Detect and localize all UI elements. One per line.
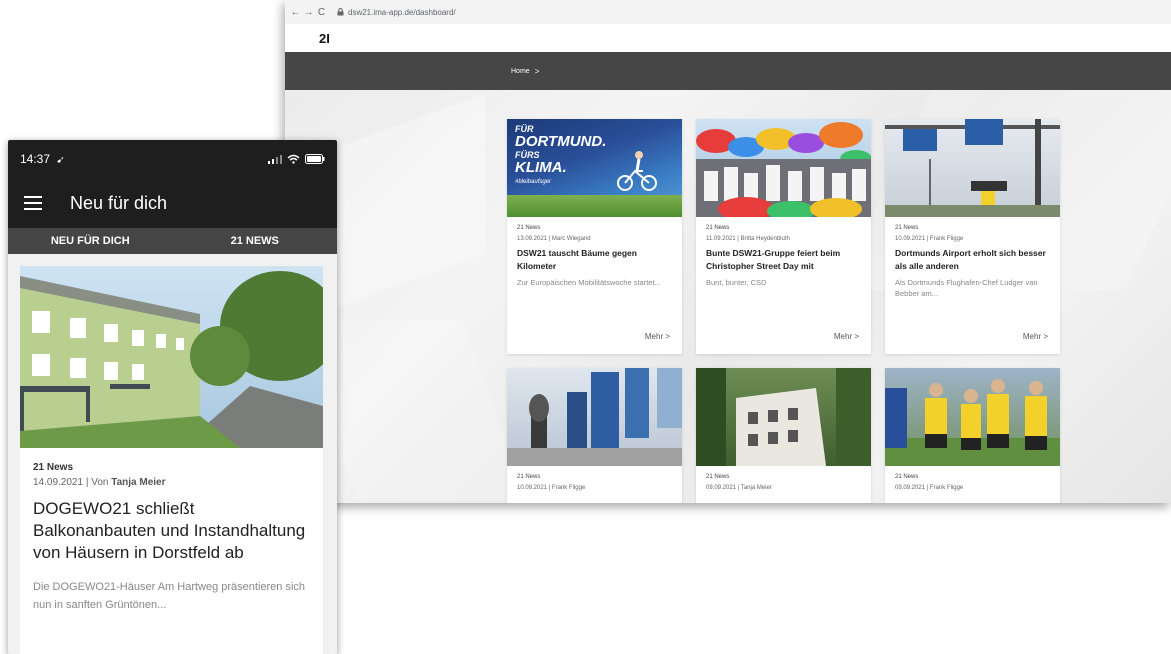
breadcrumb-separator: > xyxy=(534,66,540,76)
composite-screenshot: ← → C dsw21.ima-app.de/dashboard/ 2I Hom… xyxy=(0,0,1171,654)
cyclist-illustration xyxy=(617,151,657,191)
status-icons xyxy=(268,154,325,164)
more-link[interactable]: Mehr > xyxy=(1023,332,1048,341)
status-bar: 14:37 ➹ xyxy=(8,140,337,178)
card-image-airport xyxy=(885,119,1060,217)
news-card[interactable]: 21 News 10.09.2021 | Frank Fligge xyxy=(507,368,682,503)
article-body: 21 News 14.09.2021 | Von Tanja Meier DOG… xyxy=(20,448,323,629)
card-body: 21 News 11.09.2021 | Britta Heydenbluth … xyxy=(696,217,871,296)
article-category: 21 News xyxy=(33,462,74,473)
tab-21-news[interactable]: 21 NEWS xyxy=(173,235,338,247)
card-meta: 11.09.2021 | Britta Heydenbluth xyxy=(706,236,790,242)
building-illustration xyxy=(696,368,871,466)
reload-icon[interactable]: C xyxy=(315,7,328,18)
news-card[interactable]: 21 News 09.09.2021 | Tanja Meier xyxy=(696,368,871,503)
card-title[interactable]: Bunte DSW21-Gruppe feiert beim Christoph… xyxy=(706,247,861,273)
image-text: KLIMA. xyxy=(515,159,567,176)
article-meta: 14.09.2021 | Von Tanja Meier xyxy=(33,477,310,488)
card-title[interactable]: Dortmunds Airport erholt sich besser als… xyxy=(895,247,1050,273)
news-card[interactable]: 21 News 10.09.2021 | Frank Fligge Dortmu… xyxy=(885,119,1060,354)
article-teaser: Die DOGEWO21-Häuser Am Hartweg präsentie… xyxy=(33,581,306,612)
card-teaser: Bunt, bunter, CSD xyxy=(706,277,767,287)
umbrella-crowd-illustration xyxy=(696,122,871,217)
card-category: 21 News xyxy=(706,474,730,480)
card-meta: 10.09.2021 | Frank Fligge xyxy=(895,236,964,242)
card-meta: 09.09.2021 | Tanja Meier xyxy=(706,485,772,491)
card-teaser: Zur Europäischen Mobilitätswoche startet… xyxy=(517,277,661,287)
card-image-flags xyxy=(507,368,682,466)
card-body: 21 News 10.09.2021 | Frank Fligge xyxy=(507,466,682,499)
card-image-football xyxy=(885,368,1060,466)
site-logo[interactable]: 2I xyxy=(319,31,330,46)
housing-illustration xyxy=(20,271,323,448)
app-bar: Neu für dich xyxy=(8,178,337,228)
wifi-icon xyxy=(287,154,300,164)
more-link[interactable]: Mehr > xyxy=(645,332,670,341)
card-body: 21 News 13.09.2021 | Marc Wiegand DSW21 … xyxy=(507,217,682,296)
phone-screen: 14:37 ➹ Neu für dich NEU FÜR DICH 21 NEW… xyxy=(8,140,337,654)
card-category: 21 News xyxy=(517,225,541,231)
card-body: 21 News 09.09.2021 | Frank Fligge xyxy=(885,466,1060,499)
news-card[interactable]: FÜR DORTMUND. FÜRS KLIMA. #bleibaufsger xyxy=(507,119,682,354)
flags-illustration xyxy=(507,368,682,466)
article-author: Tanja Meier xyxy=(111,477,166,488)
airport-tower-illustration xyxy=(885,119,1060,217)
dashboard-content: FÜR DORTMUND. FÜRS KLIMA. #bleibaufsger xyxy=(285,90,1171,503)
hamburger-menu-icon[interactable] xyxy=(24,196,42,210)
card-body: 21 News 10.09.2021 | Frank Fligge Dortmu… xyxy=(885,217,1060,308)
forward-arrow-icon[interactable]: → xyxy=(302,7,315,18)
battery-icon xyxy=(305,154,325,164)
card-image-csd xyxy=(696,119,871,217)
status-time: 14:37 xyxy=(20,152,51,166)
breadcrumb-home[interactable]: Home xyxy=(511,68,530,75)
article-image xyxy=(20,266,323,448)
image-text: DORTMUND. xyxy=(515,133,607,150)
lock-icon xyxy=(336,8,344,16)
back-arrow-icon[interactable]: ← xyxy=(289,7,302,18)
news-card[interactable]: 21 News 09.09.2021 | Frank Fligge xyxy=(885,368,1060,503)
card-meta: 13.09.2021 | Marc Wiegand xyxy=(517,236,591,242)
card-category: 21 News xyxy=(517,474,541,480)
tab-neu-fuer-dich[interactable]: NEU FÜR DICH xyxy=(8,235,173,247)
site-header: 2I xyxy=(285,24,1171,52)
app-title: Neu für dich xyxy=(70,192,168,213)
address-bar: ← → C dsw21.ima-app.de/dashboard/ xyxy=(285,0,1171,24)
card-teaser: Als Dortmunds Flughafen-Chef Ludger van … xyxy=(895,277,1038,299)
card-image-building xyxy=(696,368,871,466)
more-link[interactable]: Mehr > xyxy=(834,332,859,341)
card-category: 21 News xyxy=(706,225,730,231)
tab-bar: NEU FÜR DICH 21 NEWS xyxy=(8,228,337,254)
football-players-illustration xyxy=(885,379,1060,466)
card-category: 21 News xyxy=(895,225,919,231)
location-arrow-icon: ➹ xyxy=(56,155,65,166)
card-meta: 09.09.2021 | Frank Fligge xyxy=(895,485,964,491)
article-date: 14.09.2021 | Von xyxy=(33,477,109,488)
image-hashtag: #bleibaufsger xyxy=(515,179,552,185)
article-title[interactable]: DOGEWO21 schließt Balkonanbauten und Ins… xyxy=(33,498,310,564)
browser-window: ← → C dsw21.ima-app.de/dashboard/ 2I Hom… xyxy=(285,0,1171,503)
card-body: 21 News 09.09.2021 | Tanja Meier xyxy=(696,466,871,499)
breadcrumb-bar: Home > xyxy=(285,52,1171,90)
url-text[interactable]: dsw21.ima-app.de/dashboard/ xyxy=(348,8,456,17)
news-card[interactable]: 21 News 11.09.2021 | Britta Heydenbluth … xyxy=(696,119,871,354)
card-meta: 10.09.2021 | Frank Fligge xyxy=(517,485,586,491)
card-image-klima: FÜR DORTMUND. FÜRS KLIMA. #bleibaufsger xyxy=(507,119,682,217)
card-title[interactable]: DSW21 tauscht Bäume gegen Kilometer xyxy=(517,247,672,273)
article-card[interactable]: 21 News 14.09.2021 | Von Tanja Meier DOG… xyxy=(20,266,323,654)
card-category: 21 News xyxy=(895,474,919,480)
signal-icon xyxy=(268,155,282,164)
status-time-group: 14:37 ➹ xyxy=(20,152,65,166)
